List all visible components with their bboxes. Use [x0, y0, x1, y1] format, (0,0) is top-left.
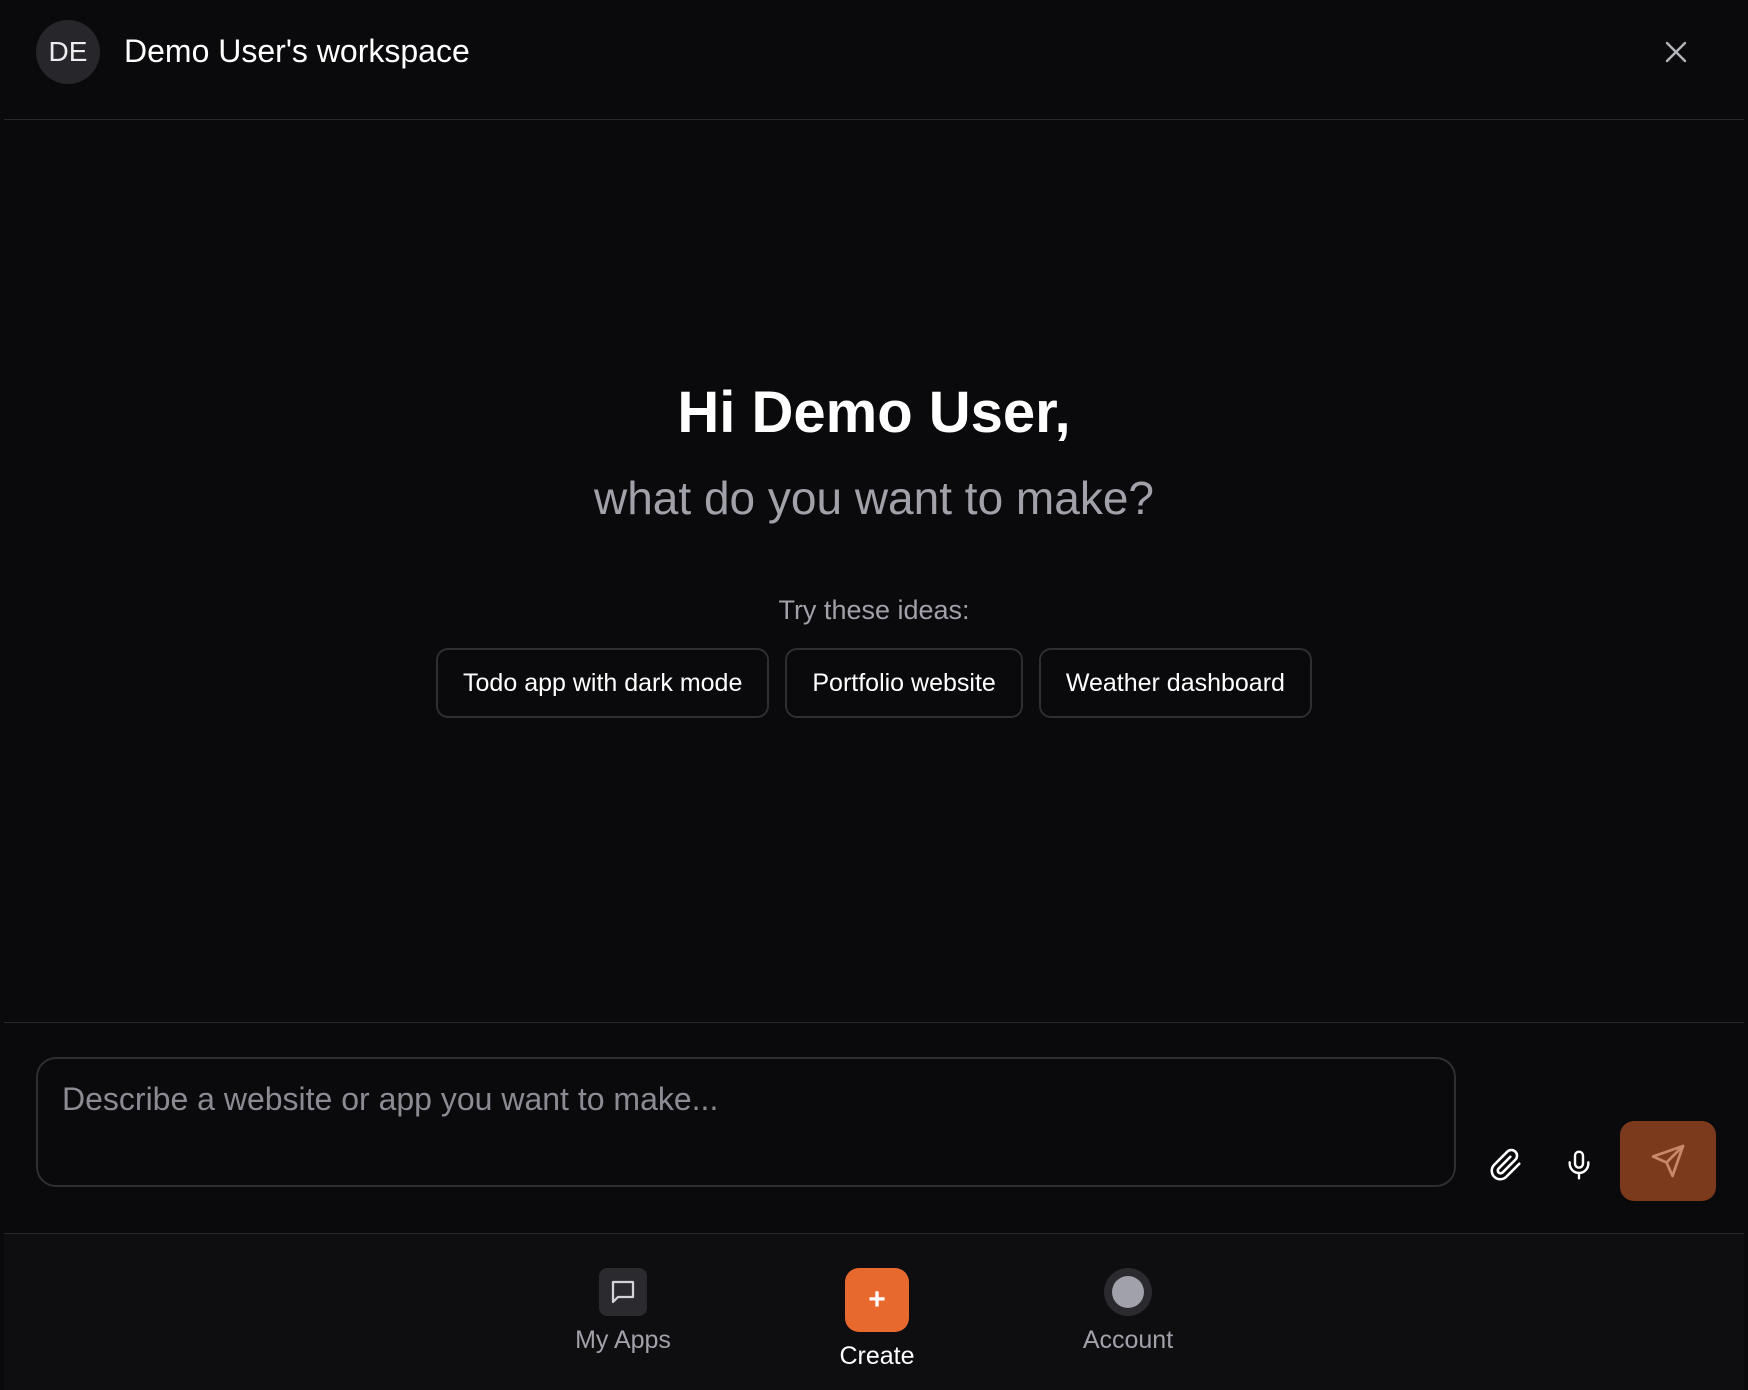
- bottom-nav: My Apps + Create Account: [4, 1234, 1744, 1390]
- account-avatar-dot: [1112, 1276, 1144, 1308]
- ideas-list: Todo app with dark mode Portfolio websit…: [4, 648, 1744, 718]
- workspace-title: Demo User's workspace: [124, 33, 470, 69]
- plus-icon: +: [845, 1268, 909, 1332]
- composer: [4, 1022, 1744, 1234]
- chat-bubble-icon: [599, 1268, 647, 1316]
- send-icon: [1651, 1144, 1685, 1178]
- greeting-subtitle: what do you want to make?: [594, 472, 1154, 524]
- nav-label-create: Create: [839, 1342, 915, 1370]
- nav-label-account: Account: [1082, 1326, 1174, 1354]
- hero-section: Hi Demo User, what do you want to make? …: [4, 121, 1744, 1022]
- ideas-label: Try these ideas:: [778, 595, 970, 625]
- nav-item-my-apps[interactable]: My Apps: [523, 1234, 723, 1390]
- nav-item-account[interactable]: Account: [1028, 1234, 1228, 1390]
- idea-chip-portfolio-website[interactable]: Portfolio website: [785, 648, 1023, 718]
- close-icon: [1665, 41, 1687, 63]
- avatar[interactable]: DE: [36, 20, 100, 84]
- idea-chip-todo-app[interactable]: Todo app with dark mode: [436, 648, 770, 718]
- idea-chip-weather-dashboard[interactable]: Weather dashboard: [1038, 648, 1312, 718]
- nav-item-create[interactable]: + Create: [777, 1234, 977, 1390]
- attach-button[interactable]: [1482, 1141, 1530, 1189]
- account-icon: [1104, 1268, 1152, 1316]
- microphone-button[interactable]: [1555, 1141, 1603, 1189]
- send-button[interactable]: [1620, 1121, 1716, 1201]
- nav-label-my-apps: My Apps: [575, 1326, 671, 1354]
- header: DE Demo User's workspace: [4, 0, 1744, 120]
- greeting-heading: Hi Demo User,: [677, 380, 1071, 445]
- paperclip-icon: [1490, 1148, 1521, 1181]
- plus-glyph: +: [868, 1283, 886, 1316]
- close-button[interactable]: [1658, 34, 1694, 70]
- microphone-icon: [1568, 1150, 1590, 1180]
- app-root: DE Demo User's workspace Hi Demo User, w…: [0, 0, 1748, 1390]
- avatar-initials: DE: [48, 36, 88, 67]
- prompt-input[interactable]: [36, 1057, 1456, 1187]
